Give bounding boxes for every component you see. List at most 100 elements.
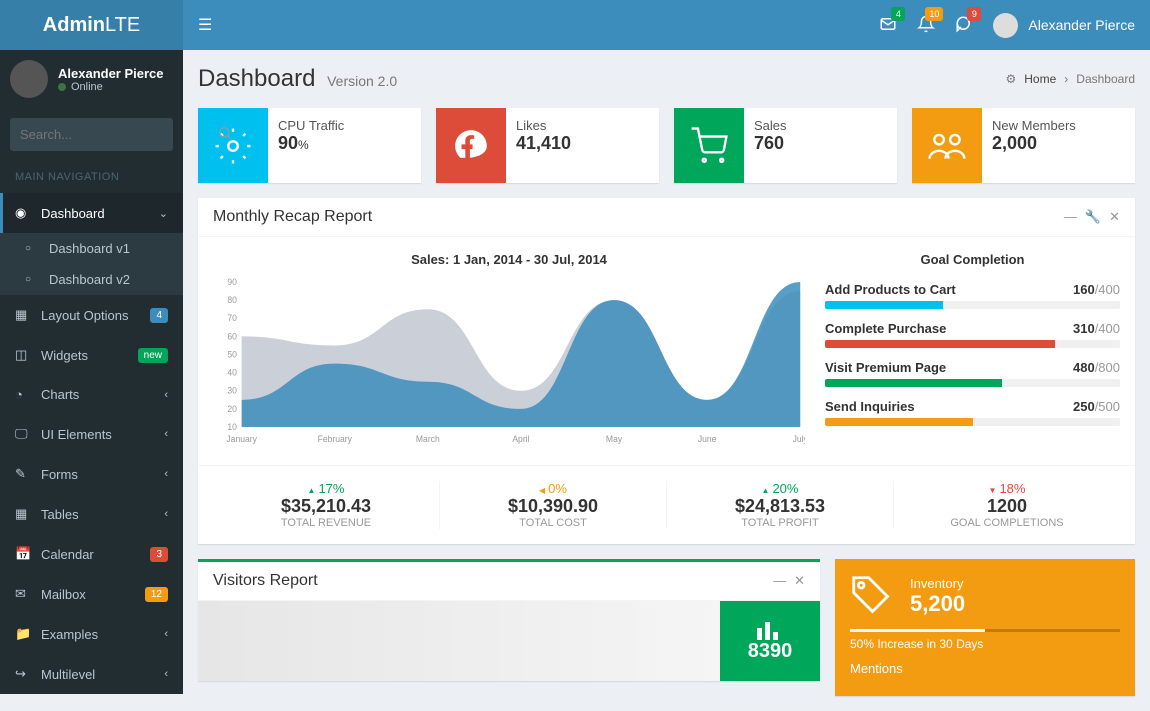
tag-icon	[850, 574, 895, 619]
svg-text:70: 70	[227, 313, 237, 323]
sidebar-item-dashboard[interactable]: ◉Dashboard⌄	[0, 193, 183, 233]
visitors-stat-panel: 8390	[720, 601, 820, 681]
chevron-down-icon: ⌄	[159, 207, 168, 220]
chart-title: Sales: 1 Jan, 2014 - 30 Jul, 2014	[213, 252, 805, 267]
sidebar-item-forms[interactable]: ✎Forms‹	[0, 454, 183, 494]
mail-icon[interactable]: 4	[879, 15, 897, 36]
desc-block: 0% $10,390.90 TOTAL COST	[440, 481, 667, 529]
sidebar-subitem[interactable]: Dashboard v1	[0, 233, 183, 264]
menu-icon: ✎	[15, 466, 31, 482]
bell-badge: 10	[925, 7, 943, 21]
world-map[interactable]	[198, 601, 720, 681]
menu-icon: ▦	[15, 506, 31, 522]
svg-text:January: January	[226, 434, 257, 444]
svg-text:June: June	[698, 434, 717, 444]
sidebar-item-layout-options[interactable]: ▦Layout Options4	[0, 295, 183, 335]
desc-value: 1200	[894, 496, 1120, 517]
close-button[interactable]: ✕	[1109, 209, 1120, 225]
desc-value: $35,210.43	[213, 496, 439, 517]
info-box: Sales 760	[674, 108, 897, 183]
info-box-label: CPU Traffic	[278, 118, 411, 133]
info-box-label: New Members	[992, 118, 1125, 133]
area-chart: 102030405060708090JanuaryFebruaryMarchAp…	[213, 277, 805, 447]
menu-icon: ◫	[15, 347, 31, 363]
menu-badge: new	[138, 348, 168, 363]
svg-text:20: 20	[227, 404, 237, 414]
chevron-left-icon: ‹	[164, 428, 168, 440]
svg-text:March: March	[416, 434, 440, 444]
bell-icon[interactable]: 10	[917, 15, 935, 36]
desc-pct: 0%	[440, 481, 666, 496]
goals-title: Goal Completion	[825, 252, 1120, 267]
collapse-button[interactable]: —	[1064, 209, 1077, 225]
chevron-left-icon: ‹	[164, 508, 168, 520]
svg-text:80: 80	[227, 295, 237, 305]
members-icon	[912, 108, 982, 183]
sidebar-item-ui-elements[interactable]: 🖵UI Elements‹	[0, 414, 183, 454]
chat-icon[interactable]: 9	[955, 15, 973, 36]
menu-icon: ▦	[15, 307, 31, 323]
svg-text:July: July	[793, 434, 805, 444]
svg-text:60: 60	[227, 331, 237, 341]
menu-icon: 🖵	[15, 426, 31, 442]
progress-label: Visit Premium Page	[825, 360, 946, 375]
desc-block: 18% 1200 GOAL COMPLETIONS	[894, 481, 1120, 529]
mail-badge: 4	[891, 7, 905, 21]
desc-pct: 18%	[894, 481, 1120, 496]
desc-label: TOTAL PROFIT	[667, 517, 893, 529]
desc-value: $24,813.53	[667, 496, 893, 517]
menu-icon: 📅	[15, 546, 31, 562]
collapse-button[interactable]: —	[773, 573, 786, 589]
user-name: Alexander Pierce	[1028, 17, 1135, 33]
sidebar-item-charts[interactable]: ◔Charts‹	[0, 375, 183, 414]
info-box-value: 41,410	[516, 133, 649, 154]
page-title: Dashboard Version 2.0	[198, 65, 397, 93]
search-input[interactable]	[10, 118, 206, 151]
menu-badge: 4	[150, 308, 168, 323]
desc-label: TOTAL REVENUE	[213, 517, 439, 529]
desc-block: 20% $24,813.53 TOTAL PROFIT	[667, 481, 894, 529]
info-box-value: 90%	[278, 133, 411, 154]
desc-label: GOAL COMPLETIONS	[894, 517, 1120, 529]
chevron-left-icon: ‹	[164, 468, 168, 480]
svg-text:40: 40	[227, 367, 237, 377]
sidebar-item-calendar[interactable]: 📅Calendar3	[0, 534, 183, 574]
inventory-box: Inventory 5,200 50% Increase in 30 Days …	[835, 559, 1135, 696]
google-plus-icon	[436, 108, 506, 183]
settings-button[interactable]: 🔧	[1085, 209, 1101, 225]
svg-text:30: 30	[227, 386, 237, 396]
progress-group: Visit Premium Page 480/800	[825, 360, 1120, 387]
info-box-label: Likes	[516, 118, 649, 133]
close-button[interactable]: ✕	[794, 573, 805, 589]
svg-text:May: May	[606, 434, 623, 444]
desc-pct: 20%	[667, 481, 893, 496]
cart-icon	[674, 108, 744, 183]
sidebar-item-widgets[interactable]: ◫Widgetsnew	[0, 335, 183, 375]
progress-label: Complete Purchase	[825, 321, 946, 336]
menu-icon: ✉	[15, 586, 31, 602]
breadcrumb-home[interactable]: Home	[1024, 72, 1056, 86]
svg-text:February: February	[318, 434, 353, 444]
sidebar-subitem[interactable]: Dashboard v2	[0, 264, 183, 295]
sidebar: Alexander Pierce Online MAIN NAVIGATION …	[0, 0, 183, 694]
progress-group: Send Inquiries 250/500	[825, 399, 1120, 426]
progress-group: Complete Purchase 310/400	[825, 321, 1120, 348]
info-box-label: Sales	[754, 118, 887, 133]
progress-value: 250/500	[1073, 399, 1120, 414]
visitors-title: Visitors Report	[213, 572, 318, 590]
svg-text:90: 90	[227, 277, 237, 287]
search-button[interactable]	[206, 118, 244, 151]
info-box: New Members 2,000	[912, 108, 1135, 183]
progress-value: 160/400	[1073, 282, 1120, 297]
sidebar-section-header: MAIN NAVIGATION	[0, 161, 183, 193]
progress-group: Add Products to Cart 160/400	[825, 282, 1120, 309]
menu-badge: 3	[150, 547, 168, 562]
brand-logo[interactable]: AdminLTE	[0, 0, 183, 50]
info-box: Likes 41,410	[436, 108, 659, 183]
menu-icon: ◔	[15, 387, 31, 402]
sidebar-item-tables[interactable]: ▦Tables‹	[0, 494, 183, 534]
sidebar-user-name: Alexander Pierce	[58, 66, 164, 81]
user-menu[interactable]: Alexander Pierce	[993, 13, 1135, 38]
desc-pct: 17%	[213, 481, 439, 496]
sidebar-toggle[interactable]: ☰	[198, 15, 212, 35]
